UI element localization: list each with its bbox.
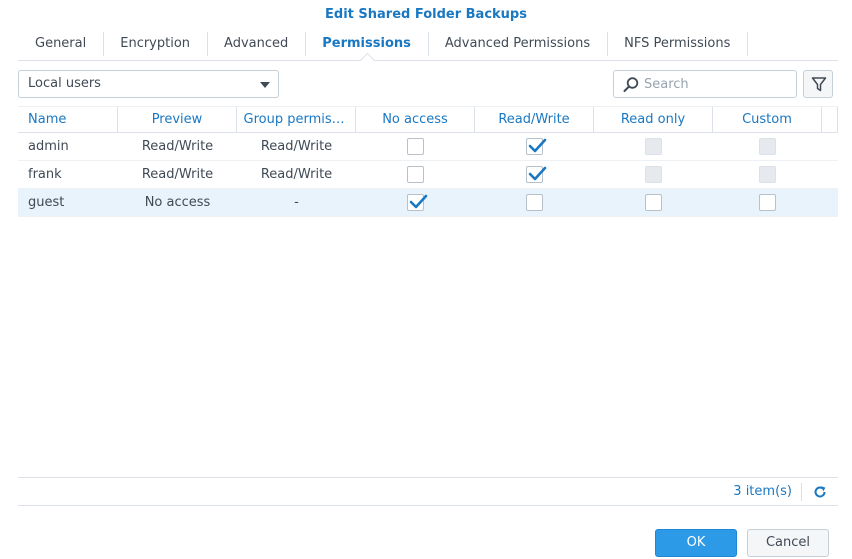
- check-icon: [409, 194, 428, 209]
- item-count: 3 item(s): [733, 484, 792, 499]
- custom-cell: [713, 161, 822, 188]
- tab-permissions[interactable]: Permissions: [305, 30, 428, 60]
- custom-checkbox[interactable]: [759, 194, 776, 211]
- preview-cell: Read/Write: [141, 139, 214, 154]
- chevron-down-icon: [260, 82, 270, 88]
- search-input[interactable]: [644, 74, 792, 94]
- search-icon: [623, 77, 639, 92]
- filter-button[interactable]: [803, 70, 833, 98]
- no-access-cell: [356, 133, 475, 160]
- read-write-checkbox[interactable]: [526, 166, 547, 183]
- pager-divider: [801, 483, 802, 501]
- read-only-cell: [594, 133, 713, 160]
- column-header-custom[interactable]: Custom: [713, 107, 822, 132]
- tab-divider: [747, 30, 749, 60]
- table-row[interactable]: guest No access -: [18, 189, 838, 217]
- preview-cell: No access: [144, 195, 211, 210]
- no-access-checkbox[interactable]: [407, 166, 424, 183]
- no-access-checkbox[interactable]: [407, 138, 424, 155]
- user-type-select[interactable]: Local users: [18, 70, 279, 98]
- read-write-checkbox[interactable]: [526, 194, 543, 211]
- user-name-cell: admin: [28, 139, 69, 154]
- custom-checkbox: [759, 138, 776, 155]
- user-name-cell: guest: [28, 195, 65, 210]
- read-only-checkbox: [645, 138, 662, 155]
- column-header-no-access[interactable]: No access: [356, 107, 475, 132]
- read-only-checkbox[interactable]: [645, 194, 662, 211]
- tab-nfs-permissions[interactable]: NFS Permissions: [607, 30, 747, 60]
- dialog-title: Edit Shared Folder Backups: [325, 7, 527, 22]
- column-header-preview[interactable]: Preview: [118, 107, 237, 132]
- no-access-checkbox[interactable]: [407, 194, 428, 211]
- no-access-cell: [356, 189, 475, 216]
- custom-checkbox: [759, 166, 776, 183]
- search-field[interactable]: [613, 70, 797, 98]
- tab-encryption[interactable]: Encryption: [103, 30, 207, 60]
- read-write-checkbox[interactable]: [526, 138, 547, 155]
- column-header-group-permissions[interactable]: Group permiss...: [237, 107, 356, 132]
- read-write-cell: [475, 189, 594, 216]
- ok-button[interactable]: OK: [655, 529, 737, 557]
- column-header-read-only[interactable]: Read only: [594, 107, 713, 132]
- read-only-cell: [594, 189, 713, 216]
- check-icon: [528, 166, 547, 181]
- read-write-cell: [475, 161, 594, 188]
- user-name-cell: frank: [28, 167, 62, 182]
- column-header-read-write[interactable]: Read/Write: [475, 107, 594, 132]
- read-write-cell: [475, 133, 594, 160]
- custom-cell: [713, 133, 822, 160]
- no-access-cell: [356, 161, 475, 188]
- grid-pager: 3 item(s): [18, 477, 838, 506]
- filter-icon: [811, 77, 827, 92]
- group-permission-cell: Read/Write: [260, 139, 333, 154]
- read-only-checkbox: [645, 166, 662, 183]
- custom-cell: [713, 189, 822, 216]
- tab-advanced-permissions[interactable]: Advanced Permissions: [427, 30, 607, 60]
- cancel-button[interactable]: Cancel: [747, 529, 829, 557]
- tab-general[interactable]: General: [18, 30, 103, 60]
- grid-body: admin Read/Write Read/Write frank Read/Write…: [18, 133, 838, 217]
- tab-advanced[interactable]: Advanced: [207, 30, 305, 60]
- refresh-icon[interactable]: [812, 484, 828, 500]
- table-row[interactable]: frank Read/Write Read/Write: [18, 161, 838, 189]
- grid-header: Name Preview Group permiss... No access …: [18, 106, 838, 133]
- permissions-grid: Name Preview Group permiss... No access …: [18, 106, 838, 476]
- column-header-group-label: Group permiss...: [243, 112, 349, 127]
- column-header-name[interactable]: Name: [18, 107, 118, 132]
- group-permission-cell: -: [294, 195, 299, 210]
- user-type-value: Local users: [28, 76, 101, 91]
- read-only-cell: [594, 161, 713, 188]
- group-permission-cell: Read/Write: [260, 167, 333, 182]
- tab-bar: General Encryption Advanced Permissions …: [18, 30, 838, 61]
- check-icon: [528, 138, 547, 153]
- table-row[interactable]: admin Read/Write Read/Write: [18, 133, 838, 161]
- column-header-spacer: [822, 107, 838, 132]
- preview-cell: Read/Write: [141, 167, 214, 182]
